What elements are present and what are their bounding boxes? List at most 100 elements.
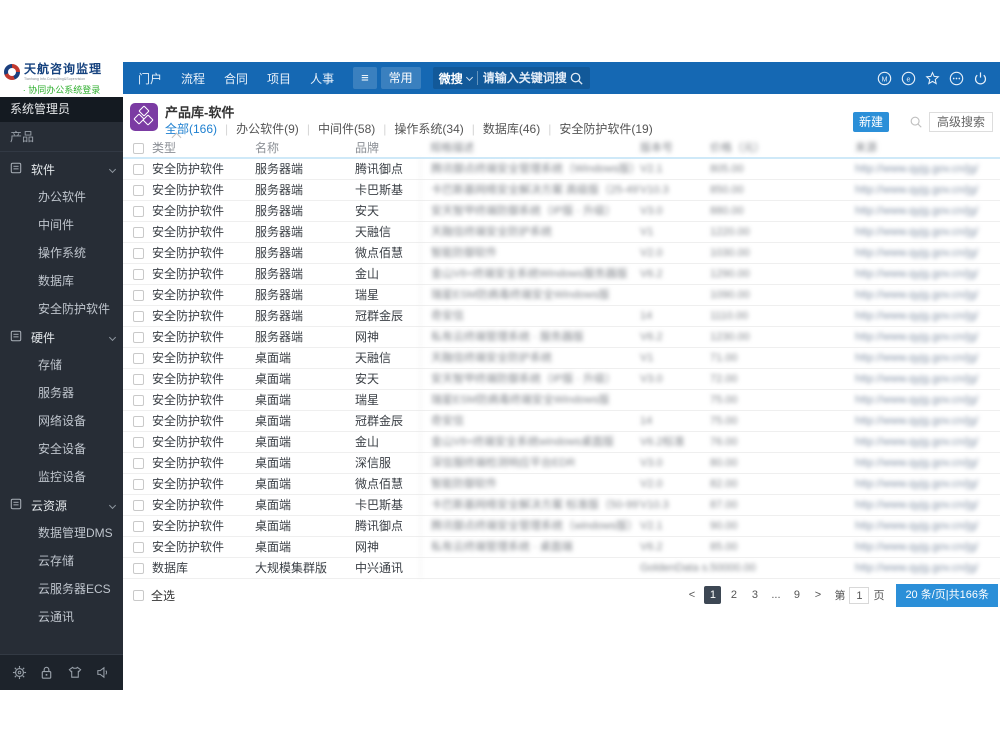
row-checkbox[interactable] <box>133 206 144 217</box>
sidebar-item-2-3[interactable]: 网络设备 <box>0 407 123 435</box>
sidebar-item-3-4[interactable]: 云通讯 <box>0 603 123 631</box>
table-row[interactable]: 安全防护软件 桌面端 卡巴斯基 卡巴斯基网络安全解决方案 标准版（50-99节点）V1… <box>123 495 1000 516</box>
cell-brand: 微点佰慧 <box>355 246 404 260</box>
top-nav-item-1[interactable]: 门户 <box>138 70 162 87</box>
page-button-9[interactable]: 9 <box>788 586 805 604</box>
row-checkbox[interactable] <box>133 269 144 280</box>
page-button-2[interactable]: 2 <box>725 586 742 604</box>
favorites-star-icon[interactable] <box>925 70 940 86</box>
settings-gear-icon[interactable] <box>12 665 27 680</box>
page-button-3[interactable]: 3 <box>746 586 763 604</box>
jump-page-input[interactable]: 1 <box>849 586 870 604</box>
chevron-down-icon[interactable] <box>465 73 473 81</box>
quick-access-button[interactable]: 常用 <box>380 67 421 89</box>
table-row[interactable]: 安全防护软件 桌面端 微点佰慧 智能防御软件 V2.0 82.00 http://www.q… <box>123 474 1000 495</box>
row-checkbox[interactable] <box>133 164 144 175</box>
sidebar-section-product[interactable]: 产品 <box>0 122 123 152</box>
row-checkbox[interactable] <box>133 395 144 406</box>
sidebar-group-2[interactable]: 硬件 <box>0 323 123 351</box>
table-row[interactable]: 安全防护软件 服务器端 安天 安天智甲终端防御系统（IP版 · 升级） V3.0 880.… <box>123 201 1000 222</box>
sidebar-item-2-5[interactable]: 监控设备 <box>0 463 123 491</box>
global-search-input[interactable] <box>482 71 569 85</box>
search-icon[interactable] <box>569 71 584 86</box>
table-row[interactable]: 安全防护软件 桌面端 安天 安天智甲终端防御系统（IP版 · 升级） V3.0 72.00… <box>123 369 1000 390</box>
theme-shirt-icon[interactable] <box>67 665 83 680</box>
top-nav-item-2[interactable]: 流程 <box>181 70 205 87</box>
row-checkbox[interactable] <box>133 248 144 259</box>
more-options-icon[interactable] <box>949 71 964 86</box>
table-row[interactable]: 安全防护软件 桌面端 冠群金辰 奇安信 14 75.00 http://www.qyjg.g… <box>123 411 1000 432</box>
tab-2[interactable]: 办公软件(9) <box>236 120 299 137</box>
sidebar-group-1[interactable]: 软件 <box>0 155 123 183</box>
top-nav-item-5[interactable]: 人事 <box>310 70 334 87</box>
sidebar-item-2-4[interactable]: 安全设备 <box>0 435 123 463</box>
table-row[interactable]: 安全防护软件 服务器端 天融信 天融信终端安全防护系统 V1 1220.00 http://… <box>123 222 1000 243</box>
row-checkbox[interactable] <box>133 542 144 553</box>
table-row[interactable]: 安全防护软件 服务器端 金山 金山V8+终端安全系统Windows服务器版 V6.2 12… <box>123 264 1000 285</box>
row-checkbox[interactable] <box>133 500 144 511</box>
row-checkbox[interactable] <box>133 311 144 322</box>
tab-5[interactable]: 数据库(46) <box>483 120 540 137</box>
sound-speaker-icon[interactable] <box>95 665 111 680</box>
page-button-...[interactable]: ... <box>767 586 784 604</box>
m-badge-icon[interactable]: M <box>877 71 892 86</box>
power-logout-icon[interactable] <box>973 71 988 86</box>
row-checkbox[interactable] <box>133 416 144 427</box>
top-nav-item-4[interactable]: 项目 <box>267 70 291 87</box>
row-checkbox[interactable] <box>133 353 144 364</box>
sidebar-group-3[interactable]: 云资源 <box>0 491 123 519</box>
sidebar-item-1-5[interactable]: 安全防护软件 <box>0 295 123 323</box>
next-page-button[interactable]: > <box>809 586 826 604</box>
row-checkbox[interactable] <box>133 374 144 385</box>
sidebar-item-3-2[interactable]: 云存储 <box>0 547 123 575</box>
table-row[interactable]: 安全防护软件 服务器端 腾讯御点 腾讯御点终端安全管理系统（Windows版） V2.1… <box>123 159 1000 180</box>
table-row[interactable]: 安全防护软件 服务器端 瑞星 瑞星ESM防病毒终端安全Windows版 1090.00 h… <box>123 285 1000 306</box>
sidebar-item-3-1[interactable]: 数据管理DMS <box>0 519 123 547</box>
select-all-checkbox[interactable] <box>133 589 144 601</box>
sidebar-item-1-1[interactable]: 办公软件 <box>0 183 123 211</box>
table-row[interactable]: 安全防护软件 桌面端 金山 金山V8+终端安全系统windows桌面版 V6.2标准 76… <box>123 432 1000 453</box>
sidebar-item-1-3[interactable]: 操作系统 <box>0 239 123 267</box>
e-badge-icon[interactable]: e <box>901 71 916 86</box>
row-checkbox[interactable] <box>133 185 144 196</box>
row-checkbox[interactable] <box>133 563 144 574</box>
select-all-label: 全选 <box>151 588 176 603</box>
table-row[interactable]: 安全防护软件 服务器端 网神 私有云终端管理系统 · 服务器版 V6.2 1230.00 h… <box>123 327 1000 348</box>
sidebar-item-2-2[interactable]: 服务器 <box>0 379 123 407</box>
page-button-1[interactable]: 1 <box>704 586 722 604</box>
tab-6[interactable]: 安全防护软件(19) <box>559 120 652 137</box>
row-checkbox[interactable] <box>133 290 144 301</box>
sidebar-item-2-1[interactable]: 存储 <box>0 351 123 379</box>
prev-page-button[interactable]: < <box>683 586 700 604</box>
search-scope-label[interactable]: 微搜 <box>439 70 463 87</box>
row-checkbox[interactable] <box>133 227 144 238</box>
table-row[interactable]: 数据库 大规模集群版 中兴通讯 GoldenData s... 50000.00 http… <box>123 558 1000 579</box>
oa-login-link[interactable]: · 协同办公系统登录 <box>0 83 123 96</box>
row-checkbox[interactable] <box>133 479 144 490</box>
sidebar-item-1-2[interactable]: 中间件 <box>0 211 123 239</box>
table-search-icon[interactable] <box>909 115 923 129</box>
row-checkbox[interactable] <box>133 332 144 343</box>
advanced-search-button[interactable]: 高级搜索 <box>929 112 994 132</box>
table-row[interactable]: 安全防护软件 桌面端 天融信 天融信终端安全防护系统 V1 71.00 http://www… <box>123 348 1000 369</box>
table-row[interactable]: 安全防护软件 服务器端 卡巴斯基 卡巴斯基网络安全解决方案 高级版（25-49节点）V… <box>123 180 1000 201</box>
row-checkbox[interactable] <box>133 521 144 532</box>
top-nav-item-3[interactable]: 合同 <box>224 70 248 87</box>
lock-icon[interactable] <box>39 665 54 680</box>
table-row[interactable]: 安全防护软件 桌面端 深信服 深信服终端检测响应平台EDR V3.0 80.00 http:… <box>123 453 1000 474</box>
sidebar-item-1-4[interactable]: 数据库 <box>0 267 123 295</box>
tab-4[interactable]: 操作系统(34) <box>394 120 463 137</box>
tab-3[interactable]: 中间件(58) <box>318 120 375 137</box>
sidebar-item-3-3[interactable]: 云服务器ECS <box>0 575 123 603</box>
table-row[interactable]: 安全防护软件 桌面端 瑞星 瑞星ESM防病毒终端安全Windows版 75.00 http… <box>123 390 1000 411</box>
row-checkbox[interactable] <box>133 458 144 469</box>
row-checkbox[interactable] <box>133 437 144 448</box>
table-row[interactable]: 安全防护软件 桌面端 网神 私有云终端管理系统 · 桌面端 V6.2 85.00 http:… <box>123 537 1000 558</box>
table-row[interactable]: 安全防护软件 服务器端 微点佰慧 智能防御软件 V2.0 1030.00 http://ww… <box>123 243 1000 264</box>
page-size-summary[interactable]: 20 条/页|共166条 <box>896 583 998 607</box>
menu-hamburger-button[interactable]: ≡ <box>353 67 377 89</box>
new-button[interactable]: 新建 <box>853 112 889 132</box>
table-row[interactable]: 安全防护软件 服务器端 冠群金辰 奇安信 14 1110.00 http://www.qyj… <box>123 306 1000 327</box>
header-checkbox[interactable] <box>133 143 144 154</box>
table-row[interactable]: 安全防护软件 桌面端 腾讯御点 腾讯御点终端安全管理系统（windows版） V2.1 9… <box>123 516 1000 537</box>
